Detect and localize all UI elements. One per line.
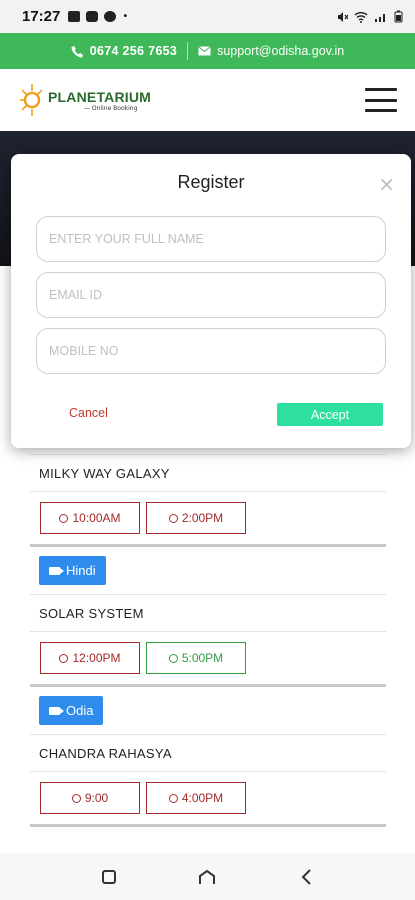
showtime-button[interactable]: 9:00 — [40, 782, 140, 814]
email-field[interactable] — [36, 272, 386, 318]
envelope-icon — [198, 46, 211, 56]
showtime-button[interactable]: 10:00AM — [40, 502, 140, 534]
battery-icon — [394, 10, 403, 23]
showtime-row: 12:00PM 5:00PM — [30, 632, 386, 684]
logo-title: PLANETARIUM — [48, 88, 152, 105]
contact-divider — [187, 42, 189, 60]
showtime-button[interactable]: 12:00PM — [40, 642, 140, 674]
home-button[interactable] — [192, 862, 222, 892]
clock-icon — [168, 793, 178, 803]
logo-subtitle: — Online Booking — [84, 104, 138, 112]
showtime-row: 10:00AM 2:00PM — [30, 492, 386, 544]
video-camera-icon — [49, 706, 64, 715]
hamburger-menu-icon[interactable] — [365, 88, 397, 112]
clock-icon — [71, 793, 81, 803]
showtime-row: 9:00 4:00PM — [30, 772, 386, 824]
language-badge: Odia — [39, 696, 104, 725]
video-camera-icon — [49, 566, 64, 575]
accept-button[interactable]: Accept — [277, 403, 383, 426]
email-contact[interactable]: support@odisha.gov.in — [198, 44, 344, 58]
email-address: support@odisha.gov.in — [217, 44, 345, 58]
site-header: PLANETARIUM — Online Booking — [0, 69, 415, 131]
phone-icon — [71, 45, 83, 57]
clock-icon — [168, 513, 178, 523]
menu-line — [365, 88, 397, 91]
modal-title: Register — [177, 172, 245, 192]
close-icon[interactable]: × — [378, 174, 395, 194]
show-item: Odia CHANDRA RAHASYA 9:00 4:00PM — [30, 687, 386, 827]
clock-icon — [59, 513, 69, 523]
language-row: Hindi — [30, 547, 386, 594]
wifi-icon — [354, 11, 368, 23]
system-icons — [336, 10, 403, 23]
full-name-field[interactable] — [36, 216, 386, 262]
sun-icon — [20, 84, 43, 116]
status-time: 17:27 — [22, 8, 61, 25]
recents-icon — [102, 869, 117, 884]
notification-icons: • — [68, 11, 128, 22]
show-list: MILKY WAY GALAXY 10:00AM 2:00PM Hindi SO… — [30, 401, 386, 827]
cancel-button[interactable]: Cancel — [69, 406, 108, 420]
phone-contact[interactable]: 0674 256 7653 — [71, 44, 177, 58]
showtime-button[interactable]: 2:00PM — [146, 502, 246, 534]
section-divider — [30, 824, 386, 827]
mute-icon — [338, 11, 348, 22]
back-icon — [301, 868, 311, 885]
status-bullet: • — [122, 11, 129, 22]
recents-button[interactable] — [94, 862, 124, 892]
show-item: Hindi SOLAR SYSTEM 12:00PM 5:00PM — [30, 547, 386, 687]
clock-icon — [59, 653, 69, 663]
gallery-icon — [68, 11, 81, 22]
show-title: CHANDRA RAHASYA — [39, 745, 172, 761]
back-button[interactable] — [291, 862, 321, 892]
language-row: Odia — [30, 687, 386, 734]
clock-icon — [168, 653, 178, 663]
planetarium-logo[interactable]: PLANETARIUM — Online Booking — [18, 82, 151, 118]
home-icon — [199, 869, 216, 884]
signal-icon — [375, 13, 385, 22]
youtube-icon — [86, 11, 99, 22]
showtime-button[interactable]: 5:00PM — [146, 642, 246, 674]
show-title: MILKY WAY GALAXY — [39, 465, 170, 481]
navigation-bar — [0, 853, 415, 900]
show-title: SOLAR SYSTEM — [39, 605, 144, 621]
language-badge: Hindi — [39, 556, 106, 585]
showtime-button[interactable]: 4:00PM — [146, 782, 246, 814]
status-bar: 17:27 • — [0, 0, 415, 33]
register-modal: Register × Cancel Accept — [11, 154, 411, 448]
phone-number: 0674 256 7653 — [89, 44, 178, 58]
menu-line — [365, 109, 397, 112]
menu-line — [365, 98, 397, 102]
mobile-field[interactable] — [36, 328, 386, 374]
app-icon — [104, 11, 117, 22]
contact-bar: 0674 256 7653 support@odisha.gov.in — [0, 33, 415, 69]
